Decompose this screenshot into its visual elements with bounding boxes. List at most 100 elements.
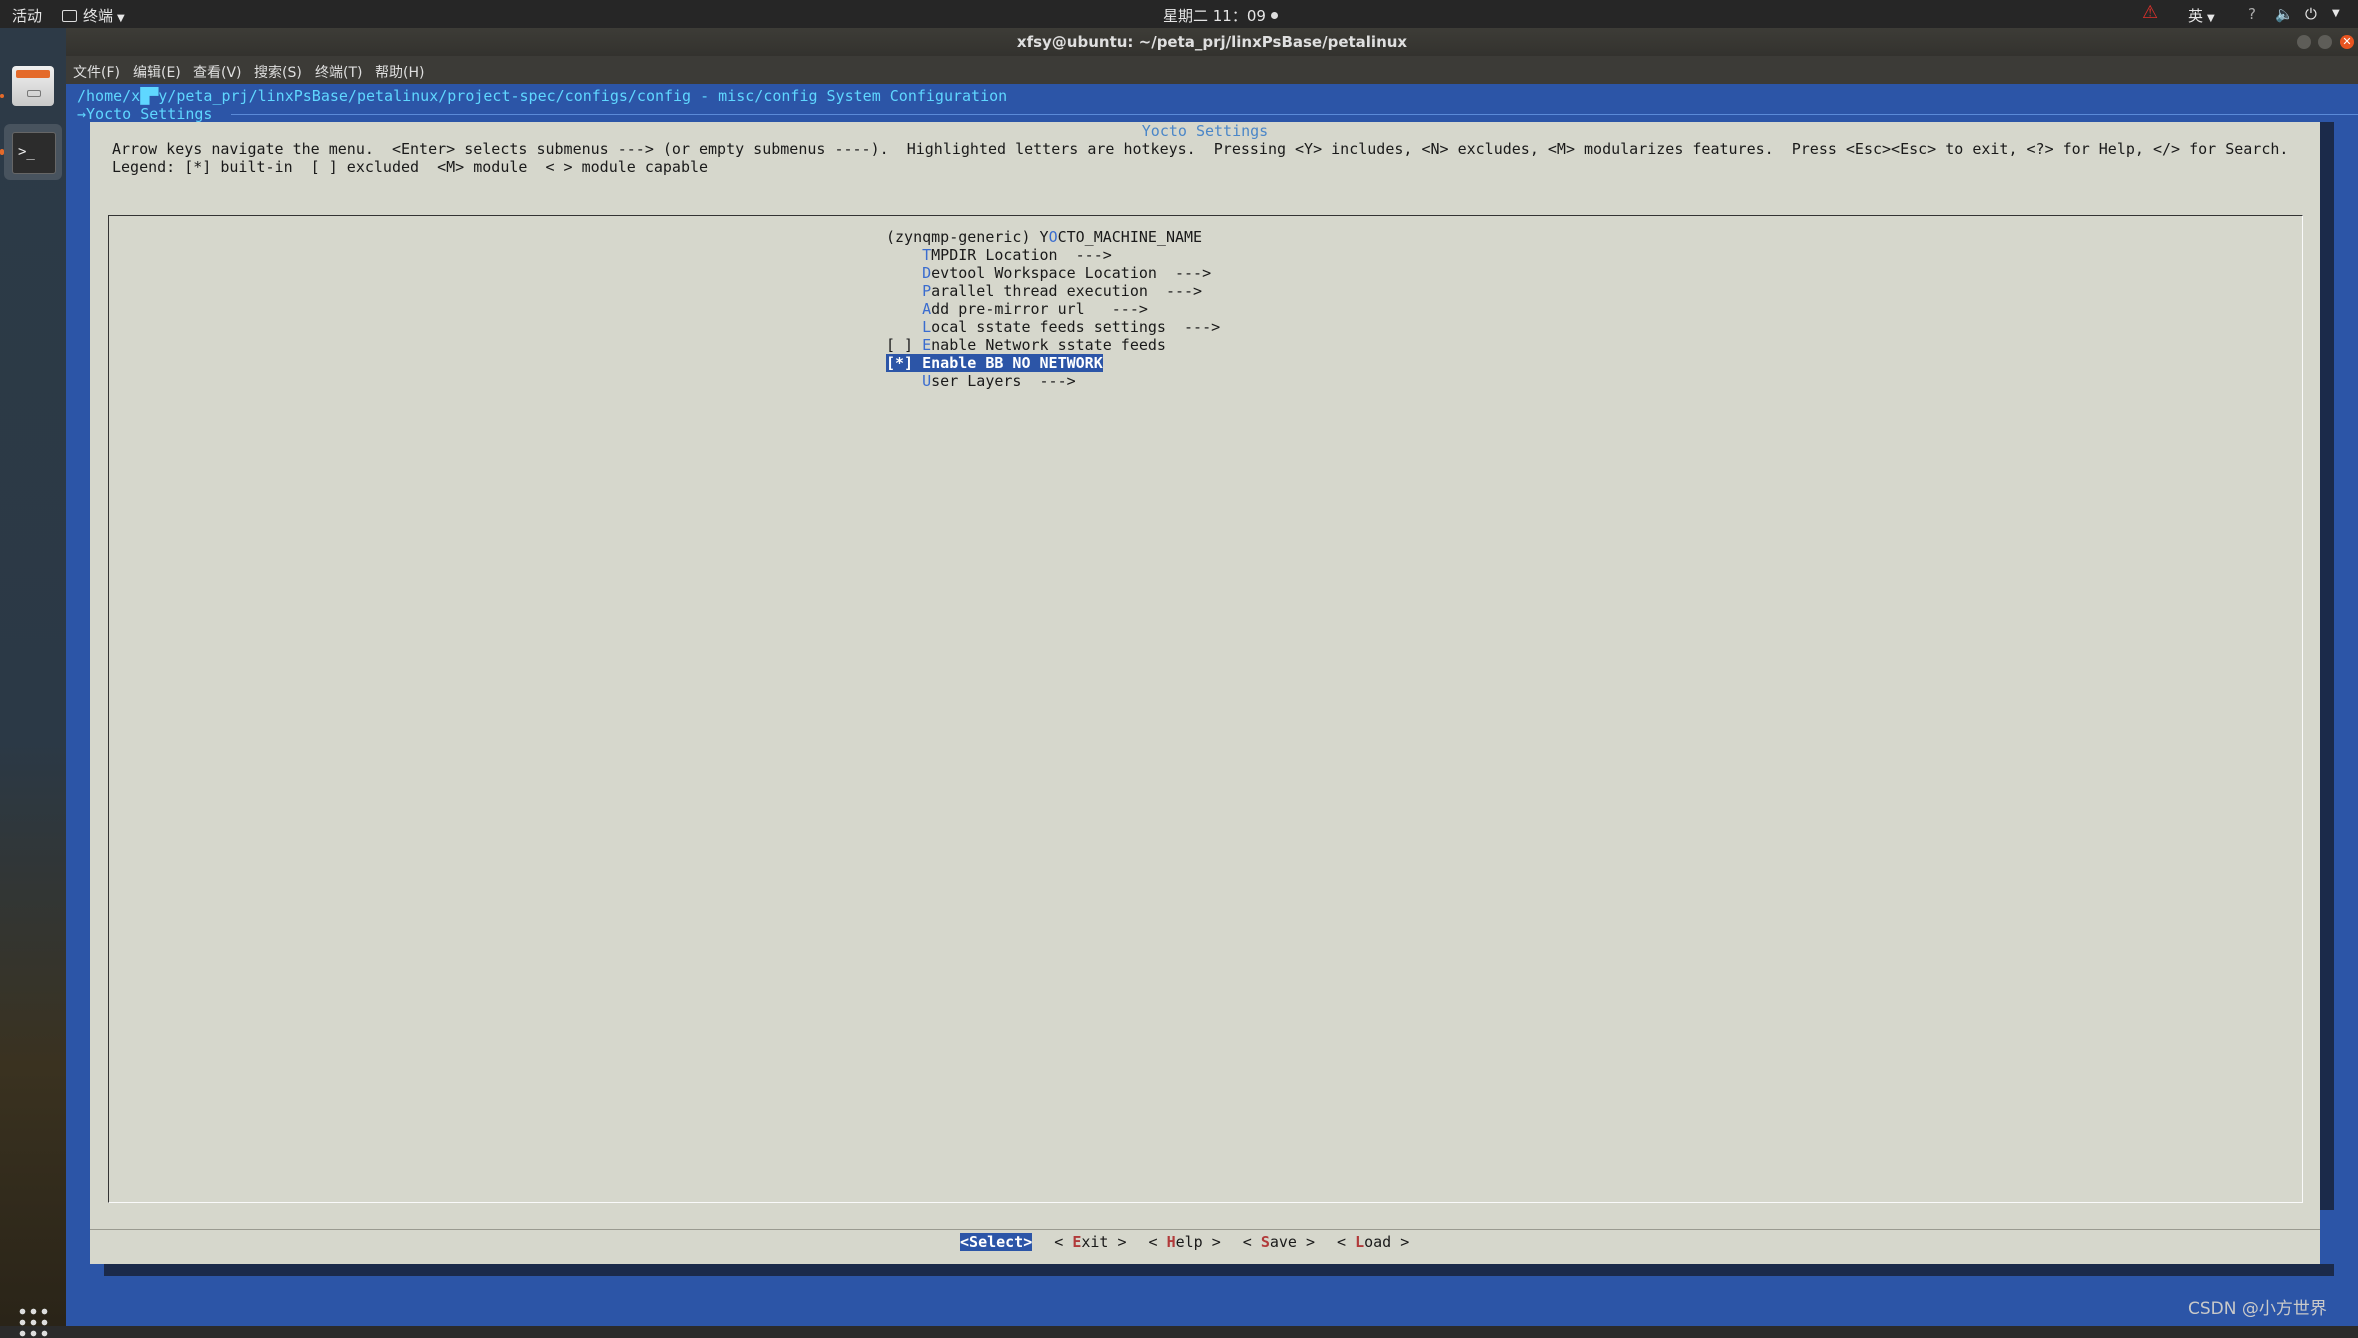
item-label: ocal sstate feeds settings [931,318,1166,336]
button-hotkey: E [1072,1233,1082,1251]
menu-items: (zynqmp-generic) YOCTO_MACHINE_NAME TMPD… [886,228,1220,390]
menu-edit[interactable]: 编辑(E) [133,62,181,82]
chevron-down-icon: ▼ [2207,13,2215,24]
button-bracket: > [1023,1233,1033,1251]
clock-text: 星期二 11：09 [1163,7,1266,25]
breadcrumb: →Yocto Settings [77,105,213,123]
load-button[interactable]: < Load > [1337,1233,1409,1251]
button-bracket: < [1148,1233,1167,1251]
menu-item-parallel-thread[interactable]: Parallel thread execution ---> [886,282,1220,300]
dock: >_ [0,28,66,1338]
menu-item-local-sstate[interactable]: Local sstate feeds settings ---> [886,318,1220,336]
button-label: oad [1364,1233,1392,1251]
minimize-button[interactable] [2297,35,2311,49]
button-bracket: > [1202,1233,1221,1251]
button-bracket: > [1108,1233,1127,1251]
item-hotkey: U [922,372,932,390]
menu-item-bb-no-network-checkbox[interactable]: [*] Enable BB NO NETWORK [886,354,1220,372]
show-applications-icon[interactable] [17,1306,49,1338]
save-button[interactable]: < Save > [1243,1233,1315,1251]
power-icon[interactable]: ⏻ [2305,5,2317,23]
terminal-menubar: 文件(F) 编辑(E) 查看(V) 搜索(S) 终端(T) 帮助(H) [66,56,2358,84]
item-label: dd pre-mirror url [931,300,1085,318]
item-hotkey: E [922,354,932,372]
item-suffix: ---> [1165,318,1221,336]
terminal-small-icon [62,10,77,22]
button-hotkey: S [969,1233,979,1251]
menu-help[interactable]: 帮助(H) [375,62,424,82]
button-bracket: < [1337,1233,1356,1251]
terminal-area[interactable]: /home/x█▀y/peta_prj/linxPsBase/petalinux… [66,84,2358,1326]
exit-button[interactable]: < Exit > [1054,1233,1126,1251]
item-hotkey: O [1048,228,1058,246]
select-button[interactable]: <Select> [960,1233,1033,1251]
checkbox: [*] [886,354,923,372]
input-method-menu[interactable]: 英 ▼ [2188,5,2215,26]
item-label: CTO_MACHINE_NAME [1057,228,1203,246]
volume-icon[interactable]: 🔈 [2275,5,2294,23]
item-hotkey: A [922,300,932,318]
watermark: CSDN @小方世界 [2188,1299,2327,1319]
input-method-label: 英 [2188,7,2204,25]
app-menu[interactable]: 终端 ▼ [62,5,125,26]
item-label: arallel thread execution [931,282,1148,300]
running-indicator [0,149,4,155]
item-suffix: ---> [1156,264,1212,282]
item-suffix: ---> [1084,300,1148,318]
system-menu-chevron-icon[interactable]: ▼ [2332,8,2340,19]
files-app-icon[interactable] [12,66,54,106]
menu-item-devtool-workspace[interactable]: Devtool Workspace Location ---> [886,264,1220,282]
menu-terminal[interactable]: 终端(T) [315,62,362,82]
item-label: nable BB NO NETWORK [931,354,1103,372]
item-label: evtool Workspace Location [931,264,1157,282]
chevron-down-icon: ▼ [117,13,125,24]
menu-file[interactable]: 文件(F) [73,62,120,82]
item-prefix [886,300,922,318]
item-prefix [886,246,922,264]
button-bracket: > [1296,1233,1315,1251]
menu-search[interactable]: 搜索(S) [254,62,302,82]
button-label: xit [1081,1233,1109,1251]
item-label: ser Layers [931,372,1022,390]
item-hotkey: T [922,246,932,264]
button-label: elp [1175,1233,1203,1251]
dialog-shadow [2320,122,2334,1210]
app-menu-label: 终端 [83,7,114,25]
warning-icon[interactable]: ⚠ [2142,2,2158,23]
button-bracket: < [960,1233,970,1251]
maximize-button[interactable] [2318,35,2332,49]
item-suffix: ---> [1057,246,1112,264]
button-label: elect [978,1233,1024,1251]
menu-item-user-layers[interactable]: User Layers ---> [886,372,1220,390]
item-prefix [886,264,922,282]
dialog-shadow [104,1264,2334,1276]
help-button[interactable]: < Help > [1149,1233,1221,1251]
menu-list-box: (zynqmp-generic) YOCTO_MACHINE_NAME TMPD… [108,215,2303,1203]
button-hotkey: L [1355,1233,1365,1251]
menu-view[interactable]: 查看(V) [193,62,242,82]
clock[interactable]: 星期二 11：09 [1163,5,1278,26]
button-hotkey: S [1260,1233,1270,1251]
running-indicator [0,94,4,98]
button-bracket: < [1242,1233,1261,1251]
button-separator [90,1229,2320,1230]
item-prefix [886,372,922,390]
legend-line: Legend: [*] built-in [ ] excluded <M> mo… [112,158,709,176]
menu-item-tmpdir[interactable]: TMPDIR Location ---> [886,246,1220,264]
config-path: /home/x█▀y/peta_prj/linxPsBase/petalinux… [77,87,1008,105]
breadcrumb-rule [231,114,2358,115]
item-suffix: ---> [1021,372,1076,390]
window-titlebar[interactable]: xfsy@ubuntu: ~/peta_prj/linxPsBase/petal… [66,28,2358,56]
menu-item-pre-mirror-url[interactable]: Add pre-mirror url ---> [886,300,1220,318]
item-hotkey: L [922,318,932,336]
window-title: xfsy@ubuntu: ~/peta_prj/linxPsBase/petal… [1016,33,1408,51]
menu-item-network-sstate-checkbox[interactable]: [ ] Enable Network sstate feeds [886,336,1220,354]
top-bar: 活动 终端 ▼ 星期二 11：09 ⚠ 英 ▼ ? 🔈 ⏻ ▼ [0,0,2358,28]
network-icon[interactable]: ? [2248,5,2256,23]
menu-item-machine-name[interactable]: (zynqmp-generic) YOCTO_MACHINE_NAME [886,228,1220,246]
activities-button[interactable]: 活动 [12,5,42,26]
item-prefix [886,282,922,300]
close-button[interactable]: ✕ [2340,35,2354,49]
instructions: Arrow keys navigate the menu. <Enter> se… [112,140,2288,176]
dock-item-terminal[interactable]: >_ [4,124,62,180]
